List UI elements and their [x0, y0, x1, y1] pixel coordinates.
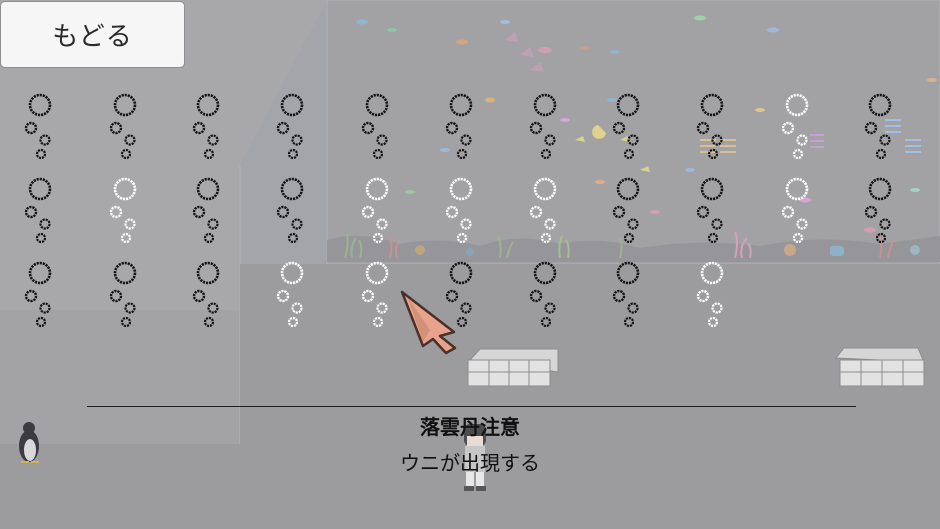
bench-right [834, 347, 925, 387]
floor [240, 264, 940, 529]
caption-divider [87, 406, 856, 407]
aquarium-tank [326, 0, 940, 265]
bench-left [467, 348, 559, 387]
back-button[interactable]: もどる [0, 1, 185, 68]
caption-title: 落雲丹注意 [420, 415, 520, 439]
caption-description: ウニが出現する [400, 451, 540, 475]
